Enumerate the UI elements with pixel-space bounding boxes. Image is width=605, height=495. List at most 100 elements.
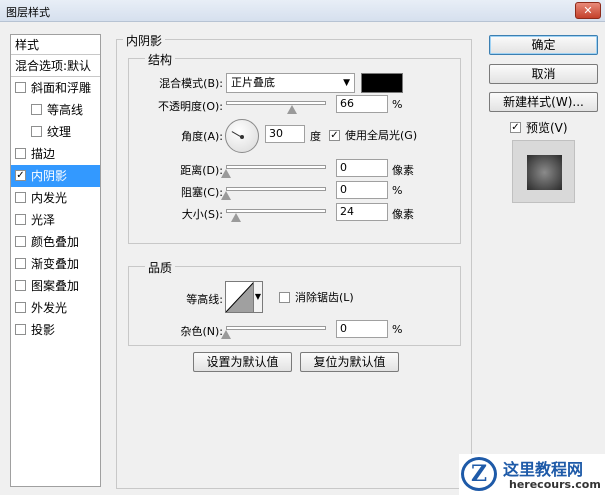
style-item-checkbox[interactable]	[31, 104, 42, 115]
style-item-checkbox[interactable]	[15, 82, 26, 93]
noise-input[interactable]: 0	[336, 320, 388, 338]
watermark-title: 这里教程网	[503, 460, 584, 479]
opacity-unit: %	[392, 98, 403, 111]
inner-shadow-panel: 内阴影 结构 混合模式(B): 正片叠底 ▼ 不透明度(O): 66 % 角度(…	[116, 32, 472, 489]
panel-title: 内阴影	[123, 32, 166, 49]
anti-alias-label: 消除锯齿(L)	[295, 291, 354, 304]
style-item-label: 投影	[31, 323, 56, 337]
noise-label: 杂色(N):	[180, 325, 223, 338]
style-item[interactable]: 等高线	[11, 99, 100, 121]
quality-legend: 品质	[145, 259, 176, 276]
reset-default-button[interactable]: 复位为默认值	[300, 352, 399, 372]
choke-unit: %	[392, 184, 403, 197]
new-style-button[interactable]: 新建样式(W)...	[489, 92, 598, 112]
make-default-button[interactable]: 设置为默认值	[193, 352, 292, 372]
style-item[interactable]: 颜色叠加	[11, 231, 100, 253]
blending-options-item[interactable]: 混合选项:默认	[11, 55, 100, 77]
choke-slider-thumb[interactable]	[221, 191, 231, 200]
noise-slider[interactable]	[226, 326, 326, 330]
quality-group: 品质 等高线: ▼ 消除锯齿(L) 杂色(N): 0 %	[128, 259, 461, 346]
angle-center-icon	[240, 135, 244, 139]
shadow-color-swatch[interactable]	[361, 73, 403, 93]
angle-input[interactable]: 30	[265, 125, 305, 143]
noise-unit: %	[392, 323, 403, 336]
chevron-down-icon: ▼	[343, 78, 350, 88]
global-light-label: 使用全局光(G)	[345, 129, 418, 142]
cancel-button[interactable]: 取消	[489, 64, 598, 84]
distance-slider-thumb[interactable]	[221, 169, 231, 178]
opacity-input[interactable]: 66	[336, 95, 388, 113]
opacity-label: 不透明度(O):	[158, 100, 223, 113]
distance-slider[interactable]	[226, 165, 326, 169]
style-list: 样式 混合选项:默认 斜面和浮雕等高线纹理描边 ✓ 内阴影内发光光泽颜色叠加渐变叠加…	[10, 34, 101, 487]
style-item-label: 光泽	[31, 213, 56, 227]
angle-unit: 度	[310, 130, 321, 143]
window-title: 图层样式	[6, 6, 50, 19]
choke-input[interactable]: 0	[336, 181, 388, 199]
style-item[interactable]: 渐变叠加	[11, 253, 100, 275]
style-item-checkbox[interactable]	[15, 192, 26, 203]
style-item[interactable]: 投影	[11, 319, 100, 341]
style-item[interactable]: 光泽	[11, 209, 100, 231]
angle-dial[interactable]	[225, 119, 259, 153]
style-item-label: 内阴影	[31, 169, 68, 183]
style-item-checkbox[interactable]	[15, 302, 26, 313]
size-slider-thumb[interactable]	[230, 213, 241, 222]
ok-button[interactable]: 确定	[489, 35, 598, 55]
global-light-checkbox[interactable]: ✓	[329, 129, 340, 141]
style-item[interactable]: 外发光	[11, 297, 100, 319]
style-item[interactable]: 描边	[11, 143, 100, 165]
preview-checkbox[interactable]: ✓	[510, 122, 521, 133]
style-item-checkbox[interactable]	[15, 148, 26, 159]
global-light-toggle[interactable]: ✓ 使用全局光(G)	[329, 127, 417, 143]
contour-picker[interactable]: ▼	[225, 281, 263, 313]
contour-curve-icon	[226, 282, 254, 312]
style-item-label: 渐变叠加	[31, 257, 80, 271]
size-label: 大小(S):	[181, 208, 223, 221]
size-input[interactable]: 24	[336, 203, 388, 221]
style-item-checkbox[interactable]	[15, 280, 26, 291]
size-slider[interactable]	[226, 209, 326, 213]
preview-toggle[interactable]: ✓ 预览(V)	[510, 119, 568, 136]
style-item[interactable]: 纹理	[11, 121, 100, 143]
watermark: Z 这里教程网 herecours.com	[459, 454, 605, 495]
distance-unit: 像素	[392, 164, 414, 177]
style-item-label: 纹理	[47, 125, 72, 139]
effect-preview	[512, 140, 575, 203]
blend-mode-select[interactable]: 正片叠底 ▼	[226, 73, 355, 93]
styles-header[interactable]: 样式	[11, 35, 100, 55]
opacity-slider[interactable]	[226, 101, 326, 105]
style-item[interactable]: 内发光	[11, 187, 100, 209]
style-item[interactable]: ✓ 内阴影	[11, 165, 100, 187]
watermark-logo-icon: Z	[461, 457, 497, 491]
style-item[interactable]: 图案叠加	[11, 275, 100, 297]
style-item-label: 内发光	[31, 191, 68, 205]
close-button[interactable]: ✕	[575, 2, 601, 19]
choke-slider[interactable]	[226, 187, 326, 191]
preview-swatch	[527, 155, 562, 190]
anti-alias-checkbox[interactable]	[279, 291, 290, 303]
style-item-checkbox[interactable]	[15, 214, 26, 225]
structure-group: 结构 混合模式(B): 正片叠底 ▼ 不透明度(O): 66 % 角度(A): …	[128, 51, 461, 244]
style-item-label: 斜面和浮雕	[31, 81, 92, 95]
contour-label: 等高线:	[186, 293, 223, 306]
style-item-checkbox[interactable]	[15, 324, 26, 335]
style-item-checkbox[interactable]	[31, 126, 42, 137]
style-item-checkbox[interactable]	[15, 236, 26, 247]
style-item-checkbox[interactable]	[15, 258, 26, 269]
blend-mode-value: 正片叠底	[231, 76, 275, 89]
style-item[interactable]: 斜面和浮雕	[11, 77, 100, 99]
anti-alias-toggle[interactable]: 消除锯齿(L)	[279, 289, 354, 305]
blend-mode-label: 混合模式(B):	[159, 77, 223, 90]
structure-legend: 结构	[145, 51, 176, 68]
opacity-slider-thumb[interactable]	[287, 105, 297, 114]
preview-label: 预览(V)	[526, 121, 568, 135]
style-item-label: 外发光	[31, 301, 68, 315]
noise-slider-thumb[interactable]	[221, 330, 231, 339]
layer-style-dialog: 样式 混合选项:默认 斜面和浮雕等高线纹理描边 ✓ 内阴影内发光光泽颜色叠加渐变叠加…	[0, 22, 605, 495]
style-item-label: 颜色叠加	[31, 235, 80, 249]
contour-dropdown-arrow[interactable]: ▼	[253, 281, 263, 313]
style-item-checkbox[interactable]: ✓	[15, 170, 26, 181]
effect-items: 斜面和浮雕等高线纹理描边 ✓ 内阴影内发光光泽颜色叠加渐变叠加图案叠加外发光投影	[11, 77, 100, 341]
distance-input[interactable]: 0	[336, 159, 388, 177]
